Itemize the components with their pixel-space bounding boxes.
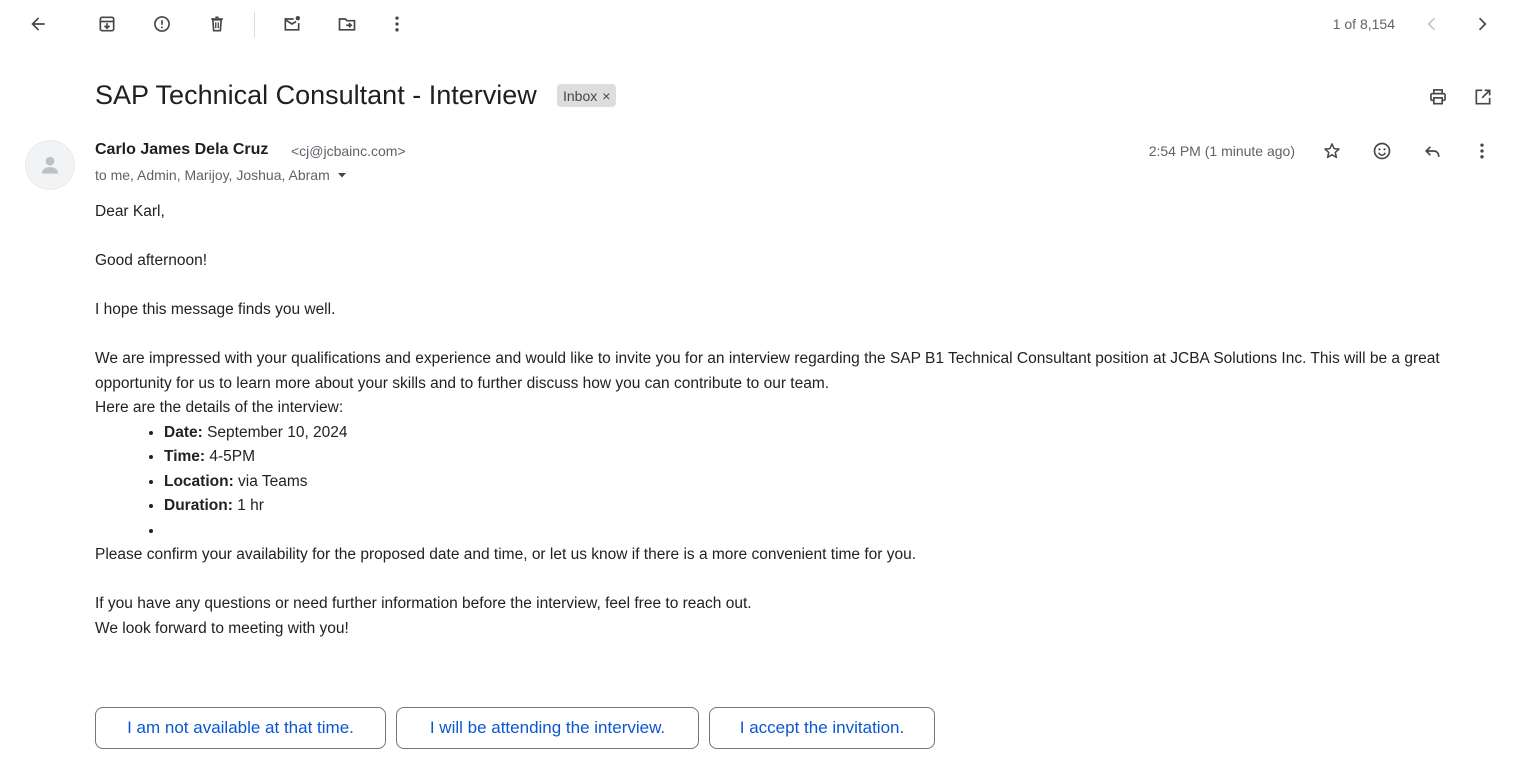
empty-list-item — [164, 519, 1485, 544]
detail-label: Time: — [164, 448, 206, 465]
smart-reply-accept-button[interactable]: I accept the invitation. — [709, 707, 935, 749]
recipients-line: to me, Admin, Marijoy, Joshua, Abram — [95, 167, 348, 183]
archive-icon[interactable] — [87, 4, 127, 44]
list-item: Date: September 10, 2024 — [164, 421, 1485, 446]
open-in-new-icon[interactable] — [1463, 77, 1503, 117]
sender-name[interactable]: Carlo James Dela Cruz — [95, 141, 268, 159]
move-to-folder-icon[interactable] — [327, 4, 367, 44]
body-paragraph: We are impressed with your qualification… — [95, 350, 1440, 392]
sender-email: <cj@jcbainc.com> — [291, 143, 406, 159]
toolbar-divider — [254, 12, 255, 38]
back-icon[interactable] — [18, 4, 58, 44]
list-item: Duration: 1 hr — [164, 494, 1485, 519]
detail-value: via Teams — [233, 472, 308, 490]
body-line: If you have any questions or need furthe… — [95, 595, 752, 612]
pagination-count: 1 of 8,154 — [1332, 16, 1395, 32]
body-line: Please confirm your availability for the… — [95, 546, 917, 563]
print-icon[interactable] — [1418, 77, 1458, 117]
body-line: Good afternoon! — [95, 252, 208, 269]
greeting: Dear Karl, — [95, 203, 165, 220]
report-spam-icon[interactable] — [142, 4, 182, 44]
trash-icon[interactable] — [197, 4, 237, 44]
chevron-left-icon[interactable] — [1412, 4, 1452, 44]
list-item: Location: via Teams — [164, 470, 1485, 495]
emoji-reaction-icon[interactable] — [1362, 131, 1402, 171]
body-line: I hope this message finds you well. — [95, 301, 336, 318]
sender-avatar — [25, 140, 75, 190]
detail-value: September 10, 2024 — [202, 423, 348, 441]
remove-label-icon[interactable]: × — [602, 88, 610, 104]
detail-label: Duration: — [164, 497, 233, 514]
smart-reply-attending-button[interactable]: I will be attending the interview. — [396, 707, 699, 749]
interview-details-list: Date: September 10, 2024 Time: 4-5PM Loc… — [95, 421, 1485, 544]
email-subject: SAP Technical Consultant - Interview — [95, 80, 537, 110]
reply-icon[interactable] — [1412, 131, 1452, 171]
email-view: 1 of 8,154 SAP Technical Consultant - In… — [0, 0, 1520, 775]
mark-unread-icon[interactable] — [272, 4, 312, 44]
recipients-text: to me, Admin, Marijoy, Joshua, Abram — [95, 167, 330, 183]
more-vert-icon[interactable] — [377, 4, 417, 44]
details-intro: Here are the details of the interview: — [95, 399, 344, 416]
message-body: Dear Karl, Good afternoon! I hope this m… — [95, 200, 1485, 641]
message-timestamp: 2:54 PM (1 minute ago) — [1148, 143, 1295, 159]
detail-label: Location: — [164, 472, 234, 490]
detail-value: 1 hr — [232, 497, 264, 514]
message-more-icon[interactable] — [1462, 131, 1502, 171]
detail-value: 4-5PM — [205, 448, 256, 465]
detail-label: Date: — [164, 423, 203, 441]
label-text: Inbox — [563, 87, 598, 104]
inbox-label-chip[interactable]: Inbox × — [557, 84, 617, 107]
smart-reply-not-available-button[interactable]: I am not available at that time. — [95, 707, 386, 749]
chevron-right-icon[interactable] — [1462, 4, 1502, 44]
closing-line: We look forward to meeting with you! — [95, 619, 349, 637]
person-icon — [41, 156, 59, 174]
star-icon[interactable] — [1312, 131, 1352, 171]
list-item: Time: 4-5PM — [164, 445, 1485, 470]
chevron-down-icon[interactable] — [336, 169, 348, 181]
